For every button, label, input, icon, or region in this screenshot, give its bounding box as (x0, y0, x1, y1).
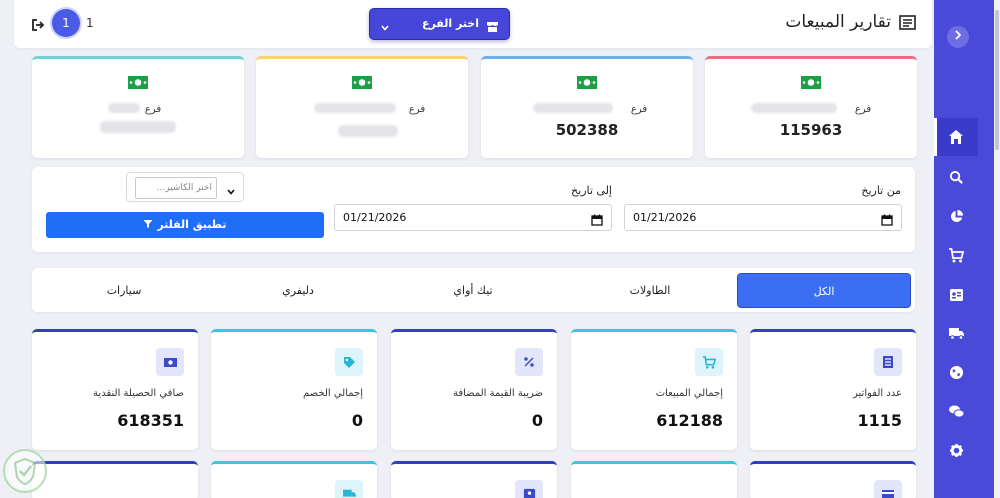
id-card-icon (515, 480, 543, 498)
invoice-icon (874, 348, 902, 376)
stat-label: ضريبة القيمة المضافة (452, 388, 543, 399)
branch-card: فرع (32, 56, 244, 158)
cashier-search-input[interactable]: اختر الكاشير... (135, 177, 217, 199)
gear-icon[interactable] (945, 439, 967, 461)
stat-card (211, 461, 377, 498)
stat-label: إجمالي المبيعات (655, 388, 723, 399)
apply-filter-text: تطبيق الفلتر (157, 218, 227, 231)
redacted-branch-total (100, 121, 176, 133)
logout-icon[interactable] (31, 16, 45, 35)
from-date-input[interactable]: 01/21/2026 (624, 204, 902, 231)
cashier-select[interactable]: اختر الكاشير... (126, 172, 244, 202)
money-icon (351, 75, 373, 94)
stat-value: 0 (531, 411, 543, 430)
stat-value: 0 (351, 411, 363, 430)
sidebar-toggle-button[interactable] (947, 26, 969, 48)
tab-all[interactable]: الكل (737, 273, 911, 308)
top-header: تقارير المبيعات اختر الفرع 1 1 (14, 0, 932, 48)
chevron-down-icon (226, 182, 236, 201)
sidebar (934, 0, 994, 498)
branch-prefix: فرع (630, 104, 648, 115)
branch-card: فرع 115963 (705, 56, 917, 158)
apply-filter-label: تطبيق الفلتر (46, 218, 324, 231)
money-icon (800, 75, 822, 94)
pie-chart-icon[interactable] (945, 205, 967, 227)
money-icon (156, 348, 184, 376)
truck-icon (335, 480, 363, 498)
to-date-input[interactable]: 01/21/2026 (334, 204, 612, 231)
branch-prefix: فرع (854, 104, 872, 115)
branch-prefix: فرع (408, 104, 426, 115)
stat-label: إجمالي الخصم (303, 388, 363, 399)
branch-prefix: فرع (144, 104, 162, 115)
page-number: 1 (86, 16, 94, 30)
cart-icon (695, 348, 723, 376)
tab-delivery[interactable]: دليفري (211, 273, 385, 308)
branch-card: فرع 502388 (481, 56, 693, 158)
store-icon (486, 18, 499, 37)
stat-value: 618351 (117, 411, 184, 430)
stat-label: صافي الحصيلة النقدية (93, 388, 184, 399)
calendar-icon[interactable] (881, 211, 893, 230)
wallet-icon (874, 480, 902, 498)
chevron-down-icon (380, 18, 390, 37)
stat-card-vat: ضريبة القيمة المضافة 0 (391, 329, 557, 450)
stat-card-total-sales: إجمالي المبيعات 612188 (571, 329, 737, 450)
order-type-tabs: الكل الطاولات تيك أواي دليفري سيارات (32, 268, 915, 312)
stat-card-net-cash: صافي الحصيلة النقدية 618351 (32, 329, 198, 450)
calendar-icon[interactable] (591, 211, 603, 230)
scrollbar-thumb[interactable] (995, 10, 999, 150)
stat-card (391, 461, 557, 498)
page-circle-button[interactable]: 1 (52, 9, 80, 37)
to-date-label: إلى تاريخ (571, 184, 612, 197)
search-icon[interactable] (945, 166, 967, 188)
branch-total: 115963 (779, 121, 843, 139)
chat-icon[interactable] (945, 400, 967, 422)
chevron-right-icon (955, 30, 962, 40)
filter-panel: من تاريخ 01/21/2026 إلى تاريخ 01/21/2026… (32, 167, 915, 252)
branch-select-button[interactable]: اختر الفرع (369, 8, 510, 40)
to-date-value: 01/21/2026 (343, 211, 407, 224)
money-icon (127, 75, 149, 94)
watermark-logo (3, 449, 47, 493)
filter-icon (143, 220, 153, 228)
page-title-wrap: تقارير المبيعات (785, 12, 916, 32)
branch-total: 502388 (555, 121, 619, 139)
money-icon (576, 75, 598, 94)
stat-card (32, 461, 198, 498)
from-date-value: 01/21/2026 (633, 211, 697, 224)
apply-filter-button[interactable]: تطبيق الفلتر (46, 212, 324, 238)
tag-icon (335, 348, 363, 376)
tab-takeaway[interactable]: تيك أواي (386, 273, 560, 308)
stat-card-invoices: عدد الفواتير 1115 (750, 329, 916, 450)
branch-card: فرع (256, 56, 468, 158)
stat-card (750, 461, 916, 498)
stat-card (571, 461, 737, 498)
tab-cars[interactable]: سيارات (37, 273, 211, 308)
page-scrollbar[interactable] (994, 0, 1000, 498)
tab-tables[interactable]: الطاولات (563, 273, 737, 308)
globe-icon[interactable] (945, 361, 967, 383)
report-list-icon (899, 14, 916, 30)
cart-icon[interactable] (945, 244, 967, 266)
page-title: تقارير المبيعات (785, 12, 891, 32)
home-icon[interactable] (945, 126, 967, 148)
stat-label: عدد الفواتير (853, 388, 902, 399)
redacted-branch-total (338, 125, 398, 137)
stat-card-discount: إجمالي الخصم 0 (211, 329, 377, 450)
from-date-label: من تاريخ (861, 184, 901, 197)
stat-value: 612188 (656, 411, 723, 430)
branch-select-label: اختر الفرع (421, 17, 479, 30)
id-card-icon[interactable] (945, 284, 967, 306)
percent-icon (515, 348, 543, 376)
truck-icon[interactable] (945, 322, 967, 344)
stat-value: 1115 (857, 411, 902, 430)
